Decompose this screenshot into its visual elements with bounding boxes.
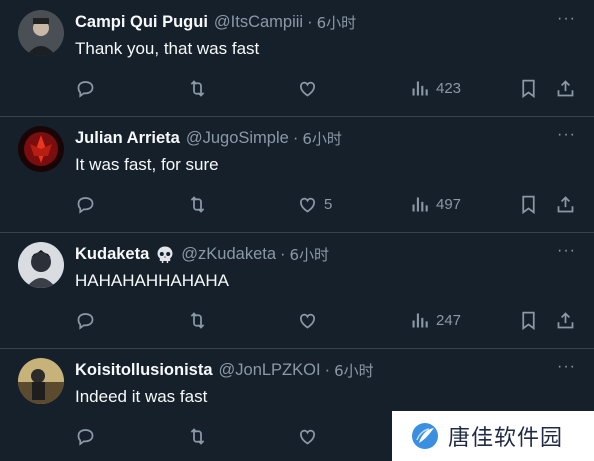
views-icon bbox=[412, 313, 428, 327]
more-options-button[interactable]: ··· bbox=[557, 126, 576, 144]
views-icon bbox=[412, 81, 428, 95]
reply-button[interactable] bbox=[75, 308, 96, 332]
bookmark-button[interactable] bbox=[518, 308, 539, 332]
views-button[interactable]: 247 bbox=[409, 308, 461, 332]
skull-icon bbox=[157, 246, 173, 263]
retweet-button[interactable] bbox=[187, 308, 208, 332]
author-handle[interactable]: @ItsCampiii bbox=[214, 13, 303, 32]
retweet-icon bbox=[190, 427, 205, 445]
author-handle[interactable]: @zKudaketa bbox=[181, 245, 276, 264]
author-name[interactable]: Campi Qui Pugui bbox=[75, 13, 208, 32]
more-options-button[interactable]: ··· bbox=[557, 358, 576, 376]
reply-icon bbox=[77, 428, 94, 446]
views-button[interactable]: 423 bbox=[409, 76, 461, 100]
bookmark-icon bbox=[522, 195, 535, 214]
bookmark-button[interactable] bbox=[518, 76, 539, 100]
tweet-text: Thank you, that was fast bbox=[75, 39, 260, 58]
tweet[interactable]: Campi Qui Pugui @ItsCampiii · 6小时 ··· Th… bbox=[0, 0, 594, 117]
reply-button[interactable] bbox=[75, 76, 96, 100]
share-icon bbox=[557, 311, 574, 328]
like-button[interactable] bbox=[297, 76, 324, 100]
watermark: 唐佳软件园 bbox=[392, 411, 594, 461]
timestamp[interactable]: 6小时 bbox=[317, 12, 357, 33]
tweet[interactable]: Kudaketa @zKudaketa · 6小时 ··· HAHAHAHHAH… bbox=[0, 232, 594, 349]
avatar[interactable] bbox=[18, 242, 64, 288]
view-count: 423 bbox=[436, 79, 462, 97]
author-name[interactable]: Kudaketa bbox=[75, 245, 149, 264]
author-handle[interactable]: @JonLPZKOI bbox=[219, 361, 321, 380]
views-icon bbox=[412, 197, 428, 211]
share-icon bbox=[557, 195, 574, 212]
avatar[interactable] bbox=[18, 126, 64, 172]
share-button[interactable] bbox=[555, 192, 576, 216]
author-handle[interactable]: @JugoSimple bbox=[186, 129, 289, 148]
watermark-text: 唐佳软件园 bbox=[448, 426, 564, 451]
separator-dot: · bbox=[292, 129, 299, 147]
heart-icon bbox=[300, 81, 315, 97]
tweet-text: It was fast, for sure bbox=[75, 155, 219, 174]
heart-icon bbox=[300, 197, 315, 213]
bookmark-icon bbox=[522, 311, 535, 330]
watermark-logo-icon bbox=[412, 423, 438, 449]
view-count: 247 bbox=[436, 311, 462, 329]
share-button[interactable] bbox=[555, 76, 576, 100]
bookmark-icon bbox=[522, 79, 535, 98]
share-button[interactable] bbox=[555, 308, 576, 332]
reply-icon bbox=[77, 196, 94, 214]
tweet[interactable]: Julian Arrieta @JugoSimple · 6小时 ··· It … bbox=[0, 116, 594, 233]
retweet-icon bbox=[190, 195, 205, 213]
retweet-icon bbox=[190, 79, 205, 97]
retweet-button[interactable] bbox=[187, 192, 208, 216]
timestamp[interactable]: 6小时 bbox=[290, 244, 330, 265]
reply-icon bbox=[77, 80, 94, 98]
reply-button[interactable] bbox=[75, 424, 96, 448]
author-name[interactable]: Koisitollusionista bbox=[75, 361, 213, 380]
tweet-text: Indeed it was fast bbox=[75, 387, 208, 406]
separator-dot: · bbox=[280, 245, 286, 263]
like-button[interactable]: 5 bbox=[297, 192, 332, 216]
views-button[interactable]: 497 bbox=[409, 192, 461, 216]
more-options-button[interactable]: ··· bbox=[557, 242, 576, 260]
separator-dot: · bbox=[307, 13, 313, 31]
like-button[interactable] bbox=[297, 424, 324, 448]
share-icon bbox=[557, 79, 574, 96]
timestamp[interactable]: 6小时 bbox=[334, 360, 374, 381]
author-name[interactable]: Julian Arrieta bbox=[75, 129, 180, 148]
retweet-icon bbox=[190, 311, 205, 329]
tweet-text: HAHAHAHHAHAHA bbox=[75, 271, 229, 290]
view-count: 497 bbox=[436, 195, 462, 213]
reply-button[interactable] bbox=[75, 192, 96, 216]
retweet-button[interactable] bbox=[187, 76, 208, 100]
avatar[interactable] bbox=[18, 358, 64, 404]
timestamp[interactable]: 6小时 bbox=[302, 128, 342, 149]
avatar[interactable] bbox=[18, 10, 64, 56]
reply-icon bbox=[77, 312, 94, 330]
retweet-button[interactable] bbox=[187, 424, 208, 448]
separator-dot: · bbox=[324, 361, 331, 379]
heart-icon bbox=[300, 429, 315, 445]
like-count: 5 bbox=[324, 195, 333, 213]
heart-icon bbox=[300, 313, 315, 329]
like-button[interactable] bbox=[297, 308, 324, 332]
more-options-button[interactable]: ··· bbox=[557, 10, 576, 28]
bookmark-button[interactable] bbox=[518, 192, 539, 216]
